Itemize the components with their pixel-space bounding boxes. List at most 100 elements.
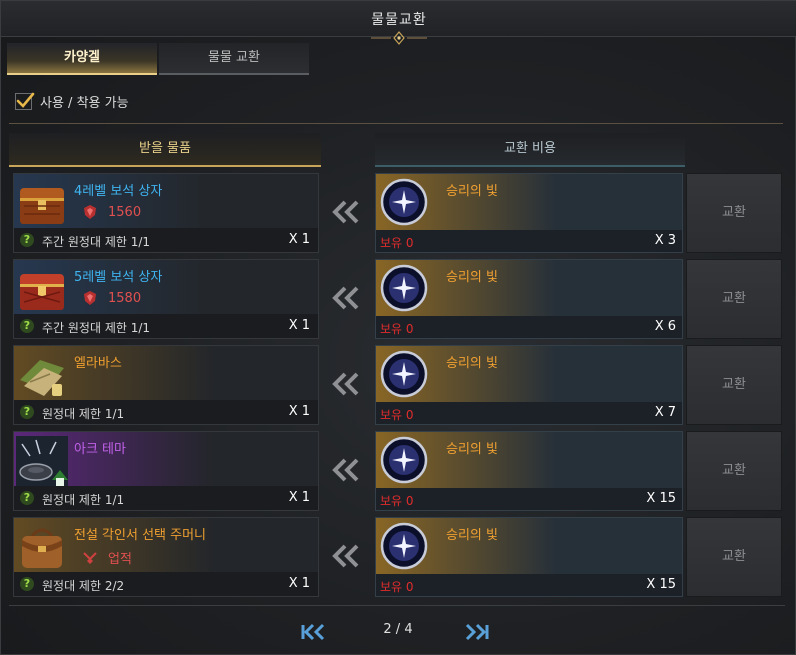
window-title: 물물교환 — [371, 12, 427, 28]
achievement-icon — [83, 551, 97, 564]
reward-item-card[interactable]: 엘라바스 ? 원정대 제한 1/1 X 1 — [13, 345, 319, 425]
help-icon[interactable]: ? — [20, 319, 34, 333]
exchange-button[interactable]: 교환 — [686, 517, 782, 597]
double-chevron-left-icon — [332, 286, 359, 310]
help-icon[interactable]: ? — [20, 233, 34, 247]
cost-quantity: X 15 — [646, 491, 676, 506]
exchange-button[interactable]: 교환 — [686, 431, 782, 511]
reward-item-footer: ? 주간 원정대 제한 1/1 X 1 — [14, 228, 318, 252]
double-chevron-left-icon — [332, 372, 359, 396]
cost-item-footer: 보유 0 X 6 — [376, 316, 682, 338]
cost-item-card[interactable]: 승리의 빛 보유 0 X 7 — [375, 345, 683, 425]
purchase-limit: 원정대 제한 1/1 — [42, 493, 125, 507]
owned-count: 보유 0 — [380, 494, 414, 508]
usable-checkbox[interactable] — [15, 92, 35, 110]
light-of-victory-orb-icon — [380, 178, 428, 226]
cost-column-header: 교환 비용 — [375, 133, 685, 167]
reward-item-footer: ? 원정대 제한 1/1 X 1 — [14, 486, 318, 510]
reward-item-card[interactable]: 5레벨 보석 상자 1580 ? 주간 원정대 제한 1/1 X 1 — [13, 259, 319, 339]
help-icon[interactable]: ? — [20, 491, 34, 505]
owned-count: 보유 0 — [380, 322, 414, 336]
cost-item-card[interactable]: 승리의 빛 보유 0 X 3 — [375, 173, 683, 253]
cost-item-footer: 보유 0 X 7 — [376, 402, 682, 424]
double-chevron-left-icon — [332, 458, 359, 482]
exchange-button[interactable]: 교환 — [686, 345, 782, 425]
reward-item-sub: 1560 — [82, 204, 141, 220]
exchange-row: 4레벨 보석 상자 1560 ? 주간 원정대 제한 1/1 X 1 승리의 빛… — [1, 173, 796, 253]
reward-item-footer: ? 원정대 제한 1/1 X 1 — [14, 400, 318, 424]
double-chevron-left-icon — [332, 200, 359, 224]
reward-item-footer: ? 주간 원정대 제한 1/1 X 1 — [14, 314, 318, 338]
reward-item-card[interactable]: 아크 테마 ? 원정대 제한 1/1 X 1 — [13, 431, 319, 511]
purchase-limit: 원정대 제한 2/2 — [42, 579, 125, 593]
reward-quantity: X 1 — [288, 576, 310, 591]
cost-item-card[interactable]: 승리의 빛 보유 0 X 6 — [375, 259, 683, 339]
receive-column-header: 받을 물품 — [9, 133, 321, 167]
reward-item-card[interactable]: 4레벨 보석 상자 1560 ? 주간 원정대 제한 1/1 X 1 — [13, 173, 319, 253]
purchase-limit: 주간 원정대 제한 1/1 — [42, 321, 151, 335]
cost-item-name: 승리의 빛 — [446, 356, 498, 371]
reward-quantity: X 1 — [288, 232, 310, 247]
tab-kayangel[interactable]: 카양겔 — [7, 43, 157, 75]
first-page-icon[interactable] — [299, 623, 333, 641]
cost-quantity: X 7 — [654, 405, 676, 420]
tab-barter[interactable]: 물물 교환 — [159, 43, 309, 75]
reward-item-sub-value: 1580 — [108, 290, 142, 306]
cost-quantity: X 3 — [654, 233, 676, 248]
cost-quantity: X 6 — [654, 319, 676, 334]
light-of-victory-orb-icon — [380, 350, 428, 398]
cost-item-card[interactable]: 승리의 빛 보유 0 X 15 — [375, 431, 683, 511]
reward-item-card[interactable]: 전설 각인서 선택 주머니 업적 ? 원정대 제한 2/2 X 1 — [13, 517, 319, 597]
reward-quantity: X 1 — [288, 318, 310, 333]
owned-count: 보유 0 — [380, 408, 414, 422]
exchange-button[interactable]: 교환 — [686, 259, 782, 339]
ark-theme-icon — [16, 436, 68, 488]
light-of-victory-orb-icon — [380, 522, 428, 570]
last-page-icon[interactable] — [457, 623, 491, 641]
crest-icon — [84, 205, 96, 219]
divider — [9, 605, 785, 606]
cost-item-name: 승리의 빛 — [446, 270, 498, 285]
purchase-limit: 주간 원정대 제한 1/1 — [42, 235, 151, 249]
crest-icon — [84, 291, 96, 305]
satchel-icon — [22, 528, 62, 568]
cost-item-footer: 보유 0 X 15 — [376, 488, 682, 510]
light-of-victory-orb-icon — [380, 264, 428, 312]
exchange-button[interactable]: 교환 — [686, 173, 782, 253]
reward-item-footer: ? 원정대 제한 2/2 X 1 — [14, 572, 318, 596]
divider — [9, 123, 783, 124]
usable-filter[interactable]: 사용 / 착용 가능 — [15, 91, 129, 111]
purchase-limit: 원정대 제한 1/1 — [42, 407, 125, 421]
reward-item-sub: 업적 — [82, 548, 132, 567]
cost-item-card[interactable]: 승리의 빛 보유 0 X 15 — [375, 517, 683, 597]
jewel-chest-icon — [20, 188, 64, 224]
exchange-row: 5레벨 보석 상자 1580 ? 주간 원정대 제한 1/1 X 1 승리의 빛… — [1, 259, 796, 339]
owned-count: 보유 0 — [380, 580, 414, 594]
help-icon[interactable]: ? — [20, 577, 34, 591]
reward-item-name: 전설 각인서 선택 주머니 — [74, 528, 206, 543]
checkmark-icon — [16, 92, 35, 108]
reward-item-name: 5레벨 보석 상자 — [74, 270, 163, 285]
jewel-chest-icon — [20, 274, 64, 310]
double-chevron-left-icon — [332, 544, 359, 568]
reward-item-sub-value: 1560 — [108, 204, 142, 220]
reward-item-name: 4레벨 보석 상자 — [74, 184, 163, 199]
cost-item-name: 승리의 빛 — [446, 442, 498, 457]
reward-quantity: X 1 — [288, 404, 310, 419]
light-of-victory-orb-icon — [380, 436, 428, 484]
barter-window: 물물교환 카양겔 물물 교환 사용 / 착용 가능 받을 물품 교환 비용 4레… — [0, 0, 796, 655]
exchange-row: 엘라바스 ? 원정대 제한 1/1 X 1 승리의 빛 보유 0 X 7 교환 — [1, 345, 796, 425]
cost-quantity: X 15 — [646, 577, 676, 592]
reward-quantity: X 1 — [288, 490, 310, 505]
owned-count: 보유 0 — [380, 236, 414, 250]
cost-item-name: 승리의 빛 — [446, 528, 498, 543]
cost-item-footer: 보유 0 X 3 — [376, 230, 682, 252]
title-ornament-icon — [371, 31, 427, 45]
cost-item-footer: 보유 0 X 15 — [376, 574, 682, 596]
reward-item-name: 아크 테마 — [74, 442, 126, 457]
cost-item-name: 승리의 빛 — [446, 184, 498, 199]
exchange-row: 전설 각인서 선택 주머니 업적 ? 원정대 제한 2/2 X 1 승리의 빛 … — [1, 517, 796, 597]
leaf-bundle-icon — [20, 360, 64, 396]
help-icon[interactable]: ? — [20, 405, 34, 419]
reward-item-sub: 1580 — [82, 290, 141, 306]
